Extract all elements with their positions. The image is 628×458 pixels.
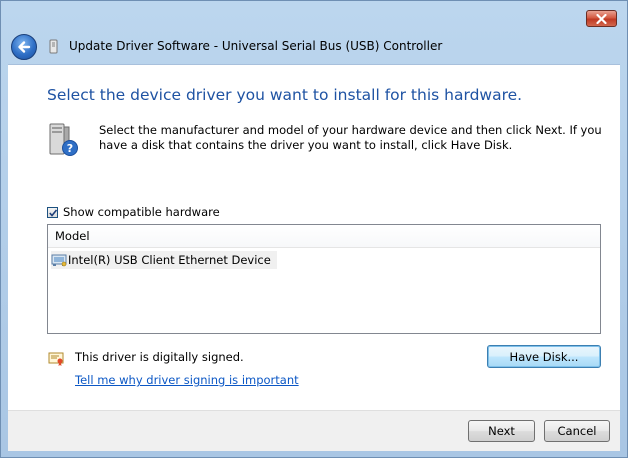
- certificate-icon: [48, 352, 64, 366]
- model-column-header[interactable]: Model: [48, 225, 600, 248]
- svg-text:?: ?: [67, 142, 73, 155]
- checkmark-icon: [49, 208, 58, 217]
- show-compatible-label: Show compatible hardware: [63, 205, 220, 219]
- show-compatible-checkbox[interactable]: [47, 206, 58, 218]
- network-adapter-icon: [51, 254, 67, 267]
- have-disk-button[interactable]: Have Disk...: [487, 345, 601, 368]
- instructions-text: Select the manufacturer and model of you…: [99, 123, 602, 152]
- usb-controller-icon: [49, 39, 58, 54]
- close-button[interactable]: [586, 10, 617, 27]
- next-button[interactable]: Next: [468, 420, 535, 442]
- signed-status-text: This driver is digitally signed.: [75, 350, 244, 364]
- content-area: Select the device driver you want to ins…: [8, 64, 620, 411]
- hardware-help-icon: ?: [49, 123, 78, 156]
- wizard-window: Update Driver Software - Universal Seria…: [0, 0, 628, 458]
- model-item-label: Intel(R) USB Client Ethernet Device: [68, 253, 271, 267]
- cancel-button[interactable]: Cancel: [544, 420, 610, 442]
- close-icon: [596, 13, 607, 24]
- page-heading: Select the device driver you want to ins…: [47, 86, 523, 104]
- driver-signing-link[interactable]: Tell me why driver signing is important: [75, 373, 299, 387]
- footer-bar: Next Cancel: [8, 410, 620, 451]
- back-button[interactable]: [11, 34, 37, 60]
- list-item[interactable]: Intel(R) USB Client Ethernet Device: [51, 251, 277, 269]
- window-title: Update Driver Software - Universal Seria…: [69, 39, 443, 53]
- show-compatible-checkbox-row[interactable]: Show compatible hardware: [47, 205, 220, 219]
- model-list[interactable]: Model Intel(R) USB Client Ethernet Devic…: [47, 224, 601, 334]
- back-arrow-icon: [18, 41, 31, 53]
